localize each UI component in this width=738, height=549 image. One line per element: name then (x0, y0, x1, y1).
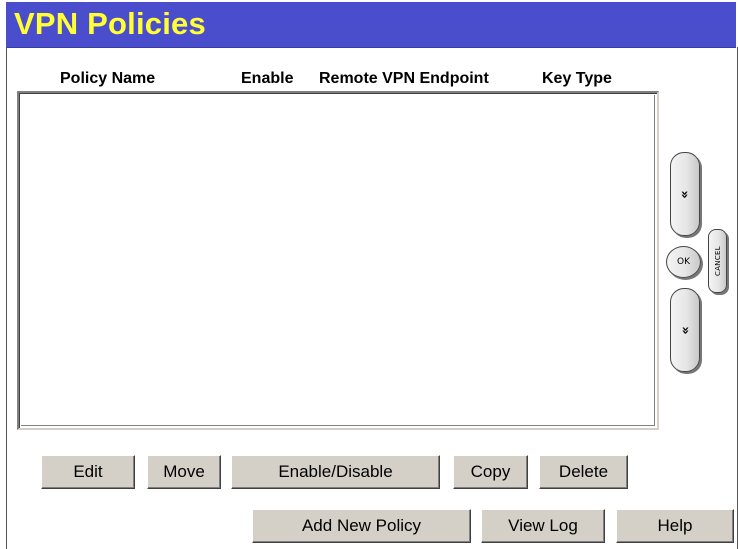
title-bar: VPN Policies (6, 2, 736, 48)
copy-button[interactable]: Copy (453, 455, 528, 489)
policy-list[interactable] (17, 91, 659, 430)
chevron-down-icon: » (677, 325, 693, 335)
enable-disable-button[interactable]: Enable/Disable (231, 455, 440, 489)
chevron-up-icon: « (677, 189, 693, 199)
move-button[interactable]: Move (147, 455, 221, 489)
column-header-enable: Enable (241, 70, 294, 87)
view-log-button[interactable]: View Log (481, 509, 605, 543)
delete-button[interactable]: Delete (539, 455, 628, 489)
column-header-policy-name: Policy Name (60, 70, 156, 87)
page-title: VPN Policies (14, 6, 206, 41)
scroll-down-button[interactable]: » (670, 288, 700, 372)
add-new-policy-button[interactable]: Add New Policy (252, 509, 471, 543)
scroll-up-button[interactable]: « (670, 152, 700, 236)
column-header-key-type: Key Type (542, 70, 612, 87)
cancel-button[interactable]: CANCEL (708, 229, 727, 293)
help-button[interactable]: Help (616, 509, 734, 543)
ok-button[interactable]: OK (666, 246, 701, 278)
edit-button[interactable]: Edit (41, 455, 135, 489)
cancel-label: CANCEL (713, 246, 722, 276)
column-header-remote-vpn-endpoint: Remote VPN Endpoint (319, 70, 489, 87)
